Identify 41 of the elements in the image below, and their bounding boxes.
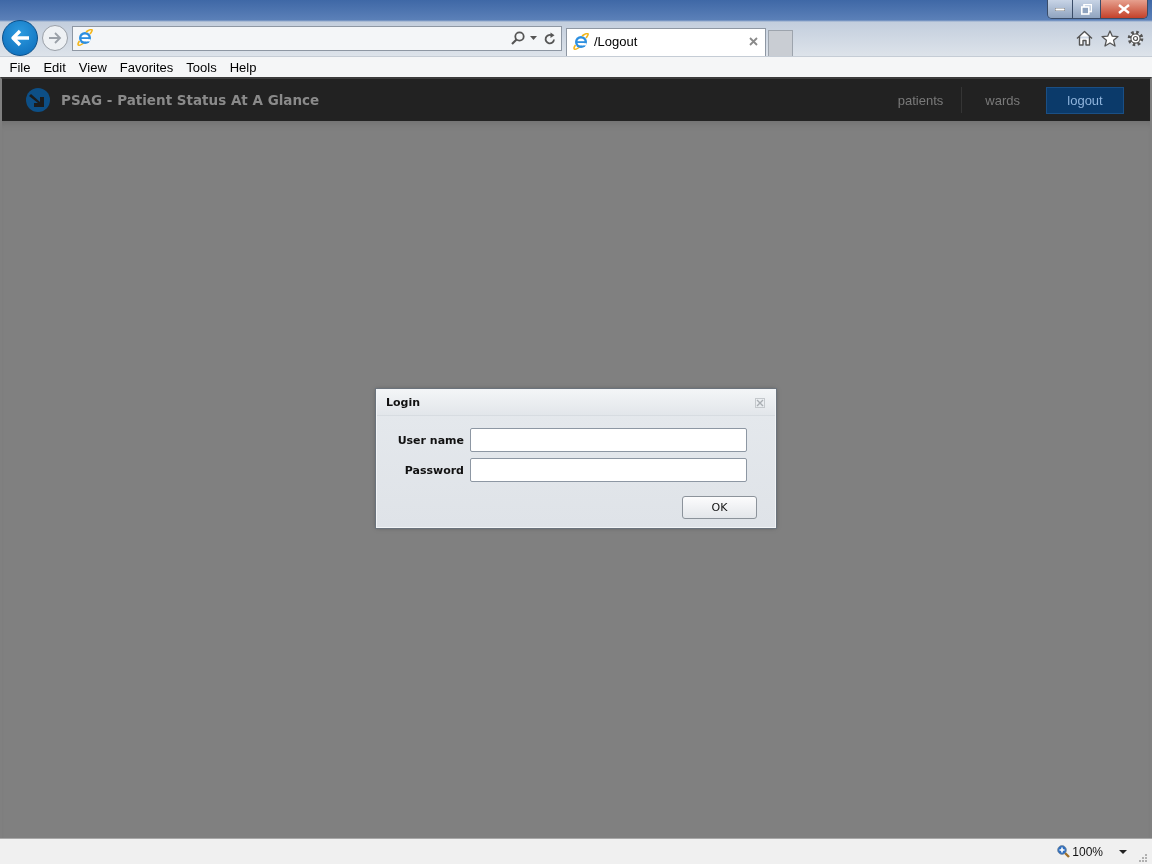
caret-icon[interactable]	[1119, 849, 1127, 854]
caret-icon[interactable]	[530, 36, 537, 40]
zoom-icon	[1057, 845, 1071, 858]
field-label: User name	[396, 433, 464, 447]
address-field[interactable]	[72, 25, 562, 51]
resize-grip-icon[interactable]	[1139, 854, 1147, 862]
search-icon[interactable]	[511, 31, 525, 45]
input-field[interactable]	[470, 458, 747, 482]
nav-link[interactable]: patients	[897, 92, 944, 108]
menu-item[interactable]: Favorites	[113, 59, 180, 75]
close-button[interactable]	[1101, 0, 1147, 18]
restore-button[interactable]	[1073, 0, 1101, 18]
ok-button[interactable]: OK	[682, 496, 757, 519]
minimize-icon	[1055, 7, 1065, 11]
right-arrow-icon	[48, 32, 62, 44]
menu-item[interactable]: Tools	[179, 59, 224, 75]
zoom-button[interactable]: 100%	[1057, 844, 1103, 859]
browser-tab[interactable]: /Logout	[566, 28, 766, 56]
star-icon[interactable]	[1101, 29, 1119, 47]
dialog-title: Login	[386, 396, 422, 409]
home-icon[interactable]	[1076, 30, 1093, 46]
settings-icon[interactable]	[1127, 29, 1144, 47]
refresh-icon[interactable]	[544, 31, 556, 45]
menu-item[interactable]: View	[72, 59, 114, 75]
minimize-button[interactable]	[1048, 0, 1073, 18]
menu-item[interactable]: Help	[223, 59, 263, 75]
nav-link[interactable]: wards	[985, 92, 1020, 108]
restore-icon	[1081, 3, 1092, 15]
close-icon	[1118, 4, 1130, 14]
browser-logo-icon	[572, 32, 590, 51]
app-title: PSAG - Patient Status At A Glance	[61, 92, 320, 108]
field-label: Password	[403, 463, 464, 477]
menu-item[interactable]: File	[3, 59, 37, 75]
app-logo-icon	[26, 88, 50, 112]
browser-logo-icon	[76, 29, 94, 47]
left-arrow-icon	[10, 29, 30, 47]
back-button[interactable]	[2, 20, 38, 56]
close-icon[interactable]	[749, 37, 758, 46]
logout-button[interactable]: logout	[1046, 86, 1124, 114]
menu-item[interactable]: Edit	[36, 59, 73, 75]
input-field[interactable]	[470, 428, 747, 452]
